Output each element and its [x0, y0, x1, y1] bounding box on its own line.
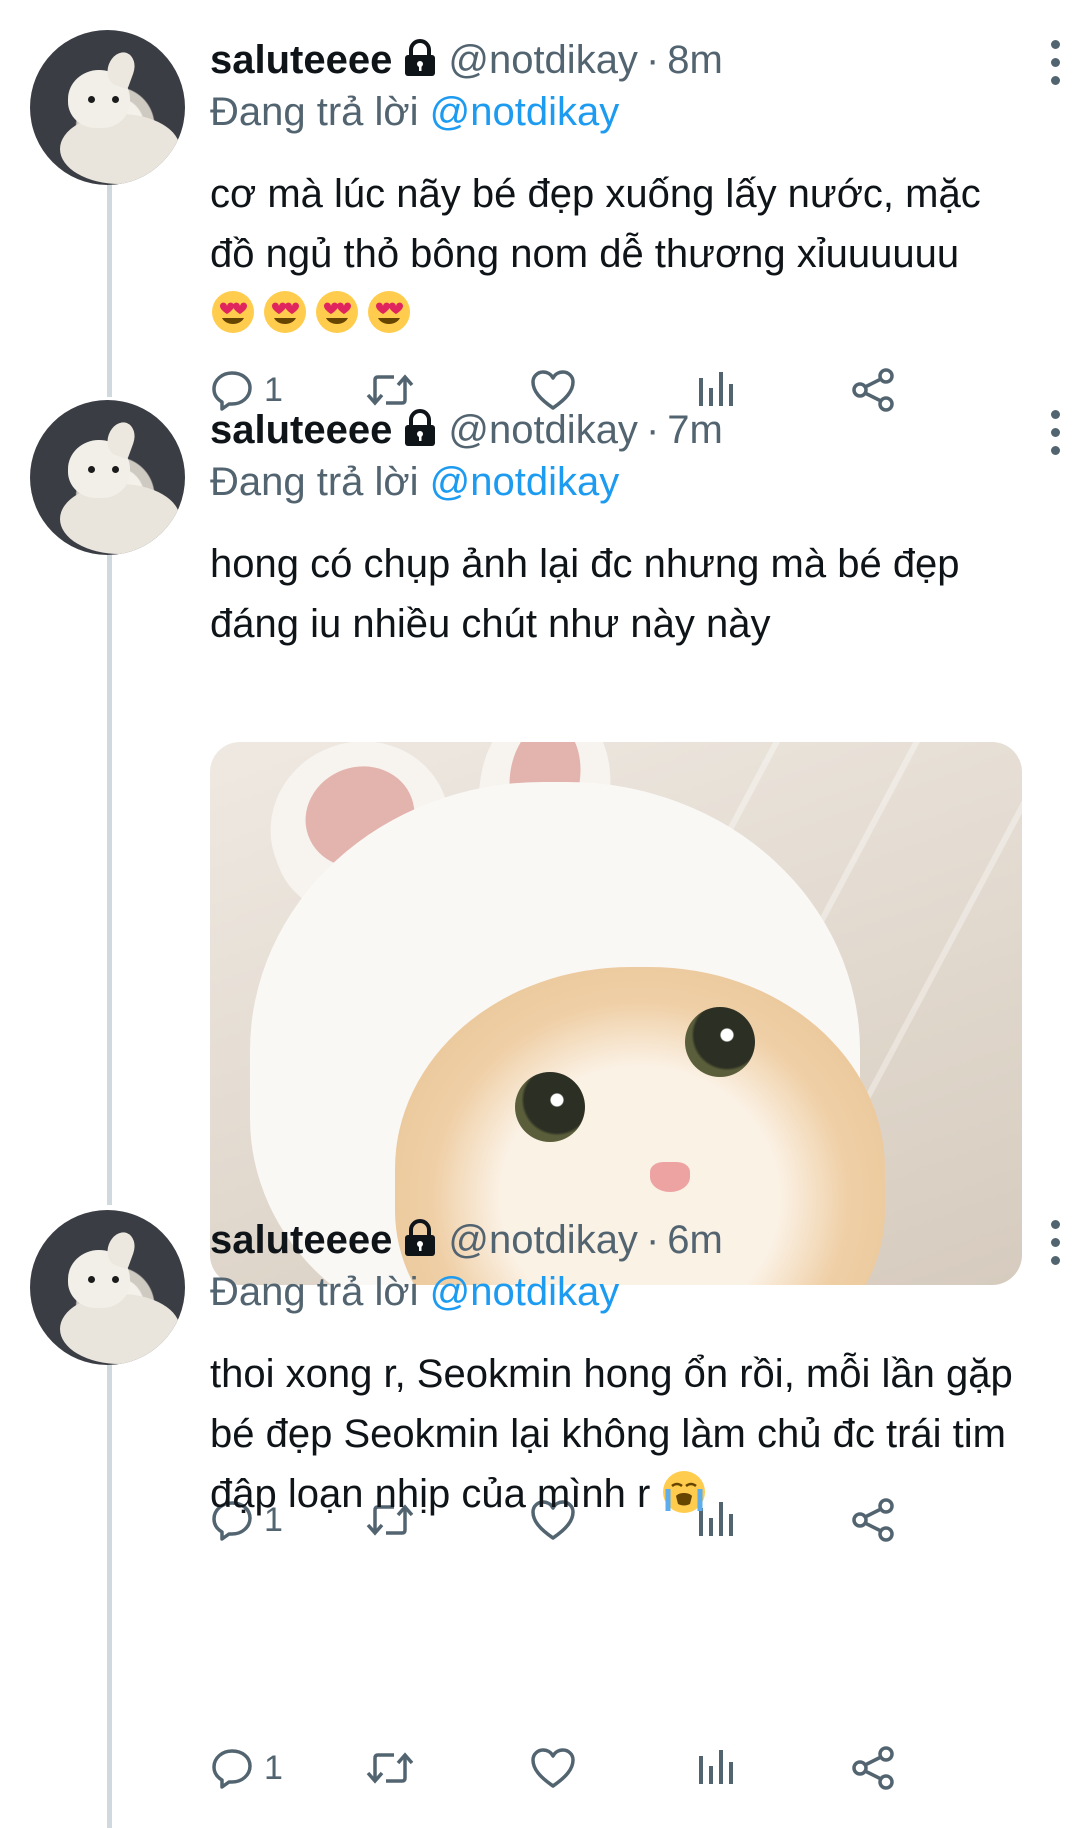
replying-to: Đang trả lời @notdikay [210, 454, 619, 510]
handle[interactable]: @notdikay [448, 38, 638, 82]
timestamp[interactable]: 8m [667, 38, 723, 82]
heart-eyes-emoji [314, 289, 360, 335]
reply-mention-link[interactable]: @notdikay [430, 90, 620, 134]
retweet-icon [365, 1746, 415, 1790]
avatar[interactable] [30, 400, 185, 555]
tweet[interactable]: saluteeee @notdikay · 8m Đang trả lời @notd… [0, 30, 1080, 412]
separator: · [645, 408, 660, 452]
reply-mention-link[interactable]: @notdikay [430, 460, 620, 504]
tweet-header: saluteeee @notdikay · 7m [210, 402, 723, 458]
reply-prefix: Đang trả lời [210, 90, 419, 134]
tweet-photo[interactable] [210, 742, 1022, 1285]
reply-prefix: Đang trả lời [210, 1270, 419, 1314]
avatar[interactable] [30, 30, 185, 185]
display-name[interactable]: saluteeee [210, 1218, 392, 1262]
tweet[interactable]: saluteeee @notdikay · 6m Đang trả lời @notd… [0, 1210, 1080, 1828]
reply-mention-link[interactable]: @notdikay [430, 1270, 620, 1314]
timestamp[interactable]: 6m [667, 1218, 723, 1262]
like-button[interactable] [530, 1738, 576, 1798]
tweet-header: saluteeee @notdikay · 8m [210, 32, 723, 88]
replying-to: Đang trả lời @notdikay [210, 84, 619, 140]
tweet-text: thoi xong r, Seokmin hong ổn rồi, mỗi lầ… [210, 1344, 1030, 1524]
tweet-header: saluteeee @notdikay · 6m [210, 1212, 723, 1268]
avatar[interactable] [30, 1210, 185, 1365]
separator: · [645, 1218, 660, 1262]
tweet-actions: 1 [210, 1738, 1010, 1798]
tweet-text: hong có chụp ảnh lại đc nhưng mà bé đẹp … [210, 534, 1030, 654]
analytics-button[interactable] [695, 1738, 735, 1798]
display-name[interactable]: saluteeee [210, 408, 392, 452]
reply-icon [210, 1746, 254, 1790]
tweet-text-body: cơ mà lúc nãy bé đẹp xuống lấy nước, mặc… [210, 172, 981, 276]
tweet-text-body: thoi xong r, Seokmin hong ổn rồi, mỗi lầ… [210, 1352, 1013, 1516]
tweet-text-body: hong có chụp ảnh lại đc nhưng mà bé đẹp … [210, 542, 960, 646]
handle[interactable]: @notdikay [448, 408, 638, 452]
separator: · [645, 38, 660, 82]
crying-emoji [661, 1469, 707, 1515]
heart-eyes-emoji [366, 289, 412, 335]
display-name[interactable]: saluteeee [210, 38, 392, 82]
heart-icon [530, 1746, 576, 1790]
reply-prefix: Đang trả lời [210, 460, 419, 504]
reply-count: 1 [264, 1748, 283, 1787]
heart-eyes-emoji [210, 289, 256, 335]
tweet-text: cơ mà lúc nãy bé đẹp xuống lấy nước, mặc… [210, 164, 1030, 344]
timestamp[interactable]: 7m [667, 408, 723, 452]
more-vertical-icon[interactable] [1040, 40, 1070, 90]
share-button[interactable] [850, 1738, 896, 1798]
more-vertical-icon[interactable] [1040, 410, 1070, 460]
heart-eyes-emoji [262, 289, 308, 335]
analytics-icon [695, 1746, 735, 1790]
share-icon [850, 1745, 896, 1791]
more-vertical-icon[interactable] [1040, 1220, 1070, 1270]
tweet[interactable]: saluteeee @notdikay · 7m Đang trả lời @notd… [0, 400, 1080, 1542]
replying-to: Đang trả lời @notdikay [210, 1264, 619, 1320]
retweet-button[interactable] [365, 1738, 415, 1798]
handle[interactable]: @notdikay [448, 1218, 638, 1262]
reply-button[interactable]: 1 [210, 1738, 283, 1798]
